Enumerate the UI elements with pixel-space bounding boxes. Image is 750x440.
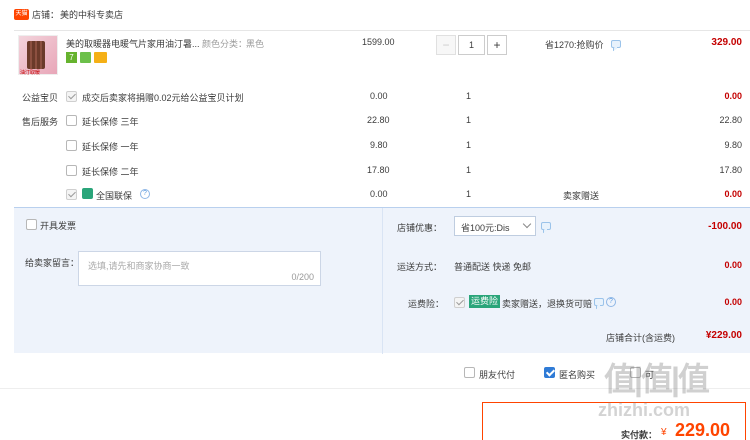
discount-select[interactable]: 省100元:Dis: [454, 216, 536, 236]
charity-checkbox[interactable]: [66, 91, 77, 102]
item-spec-value: 黑色: [246, 39, 265, 49]
quantity-input[interactable]: 1: [458, 35, 485, 55]
service-text: 全国联保: [96, 191, 133, 201]
chevron-down-icon: [522, 219, 532, 229]
discount-value: -100.00: [708, 221, 742, 232]
charity-total: 0.00: [724, 91, 742, 101]
order-info-panel: 开具发票 给卖家留言： 选填,请先和商家协商一致 0/200 店铺优惠： 省10…: [14, 207, 750, 354]
promo-chat-icon[interactable]: [611, 40, 621, 48]
anonymous-checkbox[interactable]: [544, 367, 555, 378]
anonymous-label: 匿名购买: [559, 370, 596, 380]
charity-price: 0.00: [370, 91, 388, 101]
shop-name-link[interactable]: 美的中科专卖店: [60, 8, 123, 21]
pay-value: 229.00: [675, 420, 731, 440]
invoice-checkbox[interactable]: [26, 219, 37, 230]
quantity-plus-button[interactable]: +: [487, 35, 507, 55]
pay-currency: ¥: [661, 427, 667, 438]
quantity-stepper: − 1 +: [436, 35, 507, 55]
service-price: 0.00: [370, 189, 388, 199]
warranty-icon: [82, 188, 93, 199]
charity-qty: 1: [466, 91, 472, 101]
quantity-minus-button[interactable]: −: [436, 35, 456, 55]
service-row: 延长保修 一年 9.80 1 9.80: [14, 137, 750, 153]
charity-label: 公益宝贝: [22, 93, 59, 103]
item-title-link[interactable]: 美的取暖器电暖气片家用油汀暑...: [66, 37, 206, 50]
insurance-label: 运费险：: [408, 299, 445, 309]
shipping-text: 普通配送 快递 免邮: [454, 262, 532, 272]
insurance-chat-icon[interactable]: [594, 298, 604, 306]
item-spec-label: 颜色分类：: [202, 39, 248, 49]
item-unit-price: 1599.00: [362, 37, 395, 47]
shop-label: 店铺：: [32, 10, 60, 20]
payment-summary: 实付款： ¥ 229.00: [482, 402, 746, 440]
shop-total-label: 店铺合计(含运费): [606, 333, 675, 343]
invoice-label: 开具发票: [40, 221, 77, 231]
shipping-value: 0.00: [724, 260, 742, 270]
charity-text: 成交后卖家将捐赠0.02元给公益宝贝计划: [82, 93, 244, 103]
service-qty: 1: [466, 115, 472, 125]
service-qty: 1: [466, 140, 472, 150]
item-thumbnail[interactable]: 油汀取暖: [18, 35, 58, 76]
shipping-label: 运送方式：: [397, 262, 443, 272]
service-price: 22.80: [367, 115, 390, 125]
partial-option-checkbox[interactable]: [630, 367, 641, 378]
badge-gift-icon: [80, 52, 91, 63]
service-note: 卖家赠送: [563, 191, 600, 201]
item-row: 油汀取暖 美的取暖器电暖气片家用油汀暑... 颜色分类： 黑色 7 1599.0…: [14, 30, 750, 80]
insurance-tag: 运费险: [469, 295, 501, 308]
help-icon[interactable]: ?: [140, 189, 150, 199]
message-placeholder: 选填,请先和商家协商一致: [88, 261, 190, 271]
service-qty: 1: [466, 189, 472, 199]
footer-options: 朋友代付 匿名购买 可: [0, 353, 750, 389]
service-row: 延长保修 二年 17.80 1 17.80: [14, 162, 750, 178]
discount-label: 店铺优惠：: [397, 223, 443, 233]
insurance-text: 卖家赠送，退换货可赔: [502, 299, 593, 309]
service-total: 17.80: [719, 165, 742, 175]
promo-label: 省1270:抢购价: [545, 40, 604, 50]
pay-label: 实付款：: [621, 430, 658, 440]
item-subtotal: 329.00: [711, 37, 742, 48]
service-text: 延长保修 二年: [82, 167, 139, 177]
message-counter: 0/200: [291, 272, 314, 282]
shop-total-value: ¥229.00: [705, 330, 742, 341]
help-icon[interactable]: ?: [606, 297, 616, 307]
service-price: 9.80: [370, 140, 388, 150]
friend-pay-label: 朋友代付: [479, 370, 516, 380]
service-row: 全国联保 ? 0.00 1 卖家赠送 0.00: [14, 186, 750, 202]
service-text: 延长保修 一年: [82, 142, 139, 152]
discount-select-value: 省100元:Dis: [461, 223, 510, 233]
service-text: 延长保修 三年: [82, 117, 139, 127]
thumbnail-caption: 油汀取暖: [20, 70, 41, 76]
service-row: 延长保修 三年 22.80 1 22.80: [14, 112, 750, 128]
charity-row: 公益宝贝 成交后卖家将捐赠0.02元给公益宝贝计划 0.00 1 0.00: [14, 88, 750, 104]
service-total: 9.80: [724, 140, 742, 150]
service-checkbox[interactable]: [66, 140, 77, 151]
badge-7days: 7: [66, 52, 77, 63]
partial-option-label: 可: [645, 370, 655, 380]
service-checkbox[interactable]: [66, 165, 77, 176]
service-checkbox[interactable]: [66, 189, 77, 200]
service-total: 0.00: [724, 189, 742, 199]
heater-image: [27, 41, 45, 69]
friend-pay-checkbox[interactable]: [464, 367, 475, 378]
insurance-value: 0.00: [724, 297, 742, 307]
panel-divider: [382, 208, 383, 354]
service-total: 22.80: [719, 115, 742, 125]
seller-message-input[interactable]: 选填,请先和商家协商一致 0/200: [78, 251, 321, 286]
service-qty: 1: [466, 165, 472, 175]
insurance-checkbox[interactable]: [454, 297, 465, 308]
discount-chat-icon[interactable]: [541, 222, 551, 230]
service-checkbox[interactable]: [66, 115, 77, 126]
badge-card-icon: [94, 52, 107, 63]
tmall-badge: 天猫: [14, 9, 29, 20]
service-price: 17.80: [367, 165, 390, 175]
message-label: 给卖家留言：: [25, 258, 80, 268]
